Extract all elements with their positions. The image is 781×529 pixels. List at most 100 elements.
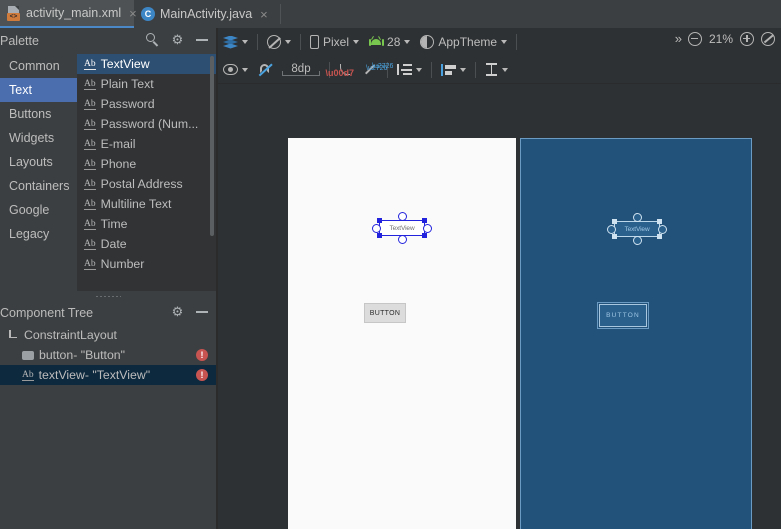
textview-widget-selected[interactable]: TextView (372, 212, 432, 244)
palette-item-label: TextView (100, 57, 150, 71)
tab-label: activity_main.xml (26, 6, 122, 20)
minimize-icon[interactable] (196, 33, 208, 46)
zoom-out-icon[interactable] (687, 31, 702, 46)
design-mode-selector[interactable] (218, 31, 253, 53)
tab-bar-divider (280, 4, 281, 24)
textview-widget-selected[interactable]: TextView (607, 213, 667, 245)
align-menu[interactable] (436, 59, 471, 81)
search-icon[interactable] (146, 33, 159, 47)
constraint-anchor-bottom[interactable] (397, 235, 407, 244)
palette-item-time[interactable]: Ab Time (77, 214, 216, 234)
tree-row[interactable]: Ab textView- "TextView"! (0, 365, 216, 385)
button-widget[interactable]: BUTTON (364, 303, 406, 323)
palette-header: Palette ⚙ (0, 28, 216, 54)
palette-item-postal-address[interactable]: Ab Postal Address (77, 174, 216, 194)
resize-handle-top-left[interactable] (377, 218, 382, 223)
autoconnect-toggle[interactable] (253, 59, 277, 81)
infer-constraints-button[interactable]: \u2726 \u2726 (359, 59, 393, 81)
constraint-anchor-right[interactable] (423, 223, 432, 233)
button-widget[interactable]: BUTTON (597, 302, 649, 329)
panel-splitter-horizontal[interactable] (0, 291, 216, 301)
textview-type-icon: Ab (84, 218, 96, 230)
palette-category-containers[interactable]: Containers (0, 174, 77, 198)
blueprint-surface[interactable]: TextView BUTTON (520, 138, 752, 529)
palette-item-multiline-text[interactable]: Ab Multiline Text (77, 194, 216, 214)
resize-handle-bottom-left[interactable] (612, 234, 617, 239)
palette-item-date[interactable]: Ab Date (77, 234, 216, 254)
api-level-selector[interactable]: 28 (364, 31, 415, 53)
textview-widget-label: TextView (389, 224, 415, 232)
gear-icon[interactable]: ⚙ (171, 305, 184, 318)
close-icon[interactable]: × (260, 8, 268, 21)
visibility-selector[interactable] (218, 59, 253, 81)
resize-handle-top-right[interactable] (657, 219, 662, 224)
palette-item-e-mail[interactable]: Ab E-mail (77, 134, 216, 154)
device-selector[interactable]: Pixel (305, 31, 364, 53)
palette-item-phone[interactable]: Ab Phone (77, 154, 216, 174)
palette-category-legacy[interactable]: Legacy (0, 222, 77, 246)
palette-category-buttons[interactable]: Buttons (0, 102, 77, 126)
orientation-selector[interactable] (262, 31, 296, 53)
resize-handle-bottom-left[interactable] (377, 233, 382, 238)
palette-category-layouts[interactable]: Layouts (0, 150, 77, 174)
palette-item-plain-text[interactable]: Ab Plain Text (77, 74, 216, 94)
constraint-anchor-top[interactable] (632, 213, 642, 222)
clear-constraints-button[interactable]: \u00d7 (325, 59, 359, 81)
default-margin-value: 8dp (282, 63, 320, 76)
gear-icon[interactable]: ⚙ (171, 33, 184, 46)
palette-item-password-num[interactable]: Ab Password (Num... (77, 114, 216, 134)
zoom-to-fit-icon[interactable] (761, 31, 775, 46)
design-surface[interactable]: TextView BUTTON (288, 138, 516, 529)
guidelines-menu[interactable] (480, 59, 513, 81)
chevron-down-icon (460, 67, 466, 72)
constraint-anchor-bottom[interactable] (632, 236, 642, 245)
constraint-anchor-left[interactable] (372, 223, 381, 233)
textview-type-icon: Ab (84, 78, 96, 90)
error-badge[interactable]: ! (196, 369, 208, 381)
minimize-icon[interactable] (196, 305, 208, 318)
guidelines-icon (485, 63, 498, 76)
tree-row[interactable]: button- "Button"! (0, 345, 216, 365)
textview-type-icon: Ab (84, 118, 96, 130)
resize-handle-bottom-right[interactable] (657, 234, 662, 239)
tab-activity-main-xml[interactable]: <> activity_main.xml × (0, 0, 137, 28)
theme-selector[interactable]: AppTheme (415, 31, 512, 53)
palette-scrollbar[interactable] (210, 56, 214, 236)
constraint-anchor-left[interactable] (607, 224, 616, 234)
android-studio-layout-editor: <> activity_main.xml × C MainActivity.ja… (0, 0, 781, 529)
error-badge[interactable]: ! (196, 349, 208, 361)
resize-handle-top-left[interactable] (612, 219, 617, 224)
left-tool-panel: Palette ⚙ Common Text Buttons Widgets Layout… (0, 28, 216, 529)
palette-item-number[interactable]: Ab Number (77, 254, 216, 274)
palette-category-widgets[interactable]: Widgets (0, 126, 77, 150)
resize-handle-top-right[interactable] (422, 218, 427, 223)
chevron-down-icon (353, 40, 360, 44)
palette-category-google[interactable]: Google (0, 198, 77, 222)
constraint-anchor-top[interactable] (397, 212, 407, 221)
tab-mainactivity-java[interactable]: C MainActivity.java × (134, 0, 280, 28)
palette-item-label: Plain Text (100, 77, 154, 91)
component-tree-actions: ⚙ (171, 305, 208, 318)
chevron-down-icon (404, 40, 411, 44)
palette-item-password[interactable]: Ab Password (77, 94, 216, 114)
palette-category-text[interactable]: Text (0, 78, 77, 102)
palette-item-list: Ab TextView Ab Plain Text Ab Password Ab Passwo… (77, 54, 216, 291)
palette-category-list: Common Text Buttons Widgets Layouts Container… (0, 54, 77, 291)
default-margin-field[interactable]: 8dp (277, 59, 325, 81)
palette-category-label: Layouts (9, 155, 53, 169)
palette-item-label: Phone (100, 157, 137, 171)
toolbar-divider (300, 34, 301, 50)
palette-item-textview[interactable]: Ab TextView (77, 54, 216, 74)
overflow-icon[interactable]: » (675, 31, 682, 46)
palette-category-common[interactable]: Common (0, 54, 77, 78)
constraint-anchor-right[interactable] (658, 224, 667, 234)
resize-handle-bottom-right[interactable] (422, 233, 427, 238)
textview-type-icon: Ab (84, 258, 96, 270)
tree-row[interactable]: ConstraintLayout (0, 325, 216, 345)
pack-menu[interactable] (392, 59, 427, 81)
palette-body: Common Text Buttons Widgets Layouts Container… (0, 54, 216, 291)
design-canvas[interactable]: TextView BUTTON TextView BUTTON (218, 84, 781, 529)
theme-label: AppTheme (438, 35, 498, 49)
zoom-in-icon[interactable] (740, 31, 754, 46)
xml-badge-label: <> (7, 12, 20, 21)
